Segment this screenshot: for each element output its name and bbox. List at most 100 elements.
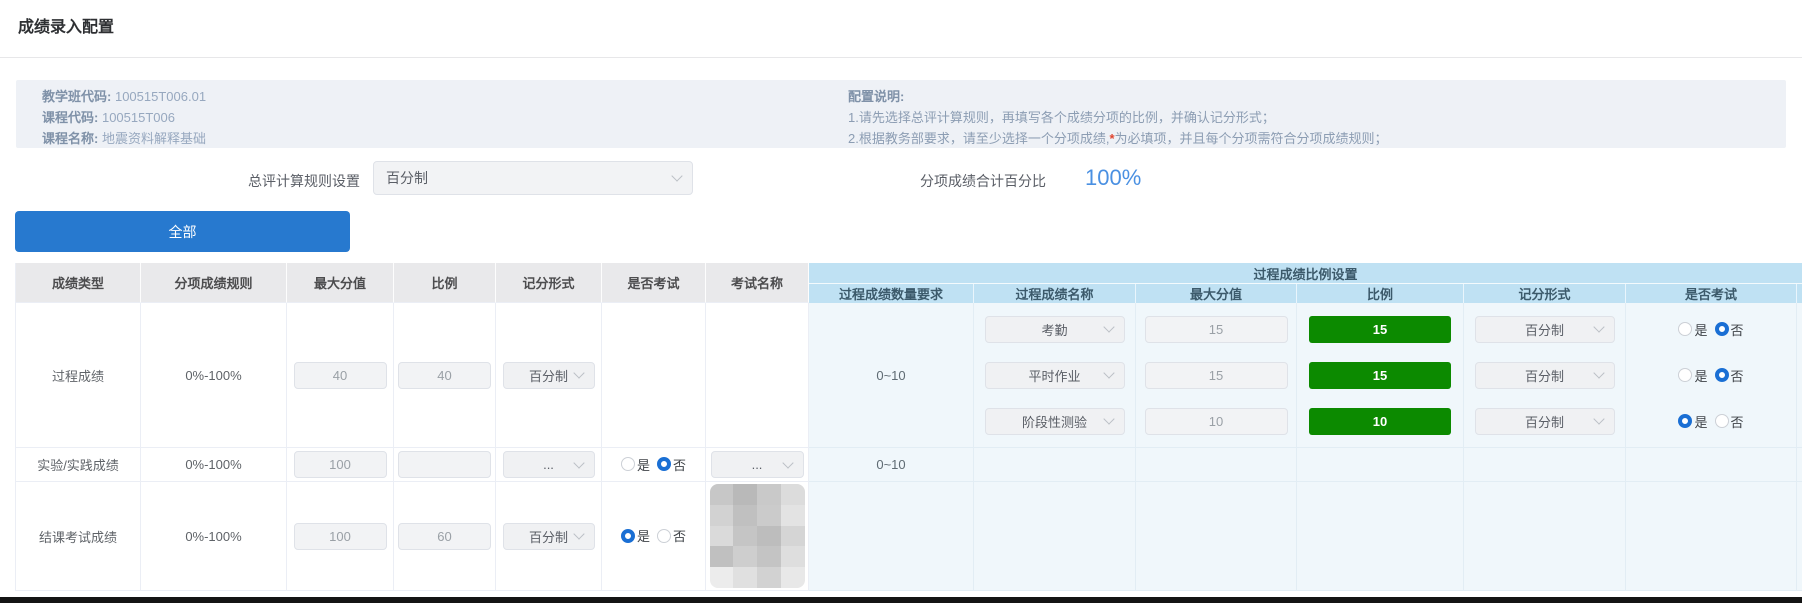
- cell-process-max-scores: [1136, 448, 1297, 482]
- process-form-value: 百分制: [1525, 366, 1564, 385]
- cell-process-forms: [1464, 482, 1626, 591]
- score-form-value: 百分制: [529, 366, 568, 385]
- process-form-value: 百分制: [1525, 320, 1564, 339]
- process-form-select[interactable]: 百分制: [1475, 362, 1615, 389]
- score-form-select[interactable]: 百分制: [503, 362, 595, 389]
- ratio-input[interactable]: 40: [398, 362, 491, 389]
- page-title: 成绩录入配置: [18, 13, 114, 37]
- ratio-input[interactable]: [398, 451, 491, 478]
- cell-cut: [1797, 482, 1802, 591]
- chevron-down-icon: [1103, 321, 1114, 332]
- score-form-select[interactable]: ...: [503, 451, 595, 478]
- total-rule-select[interactable]: 百分制: [373, 161, 693, 195]
- ratio-input[interactable]: 60: [398, 523, 491, 550]
- cell-ratio: 60: [394, 482, 496, 591]
- config-note-2-suffix: 为必填项，并且每个分项需符合分项成绩规则；: [1115, 131, 1388, 146]
- radio-yes-icon[interactable]: [1678, 368, 1692, 382]
- course-info-left: 教学班代码: 100515T006.01 课程代码: 100515T006 课程…: [42, 86, 206, 149]
- subheader-process-ratio: 比例: [1297, 284, 1464, 303]
- header-grade-type: 成绩类型: [16, 263, 141, 303]
- chevron-down-icon: [1103, 367, 1114, 378]
- cell-exam-name: [706, 303, 809, 448]
- radio-no-icon[interactable]: [1715, 414, 1729, 428]
- radio-no-icon[interactable]: [657, 457, 671, 471]
- cell-process-quantity: 0~10: [809, 303, 974, 448]
- cell-is-exam: 是否: [602, 448, 706, 482]
- process-exam-radio-group[interactable]: 是否: [1678, 320, 1743, 339]
- cell-is-exam: [602, 303, 706, 448]
- radio-yes-icon[interactable]: [1678, 322, 1692, 336]
- chevron-down-icon: [1593, 367, 1604, 378]
- course-name-line: 课程名称: 地震资料解释基础: [42, 128, 206, 149]
- all-button[interactable]: 全部: [15, 211, 350, 252]
- max-score-input[interactable]: 100: [294, 523, 387, 550]
- chevron-down-icon: [1593, 321, 1604, 332]
- cell-exam-name: ...: [706, 448, 809, 482]
- radio-yes-label: 是: [1694, 366, 1707, 385]
- chevron-down-icon: [1593, 413, 1604, 424]
- class-code-value: 100515T006.01: [115, 89, 206, 104]
- course-code-line: 课程代码: 100515T006: [42, 107, 206, 128]
- chevron-down-icon: [573, 528, 584, 539]
- cell-max-score: 100: [287, 448, 394, 482]
- process-exam-radio-group[interactable]: 是否: [1678, 412, 1743, 431]
- process-name-select[interactable]: 平时作业: [985, 362, 1125, 389]
- exam-name-select[interactable]: ...: [711, 451, 804, 478]
- process-ratio-input[interactable]: 15: [1309, 316, 1451, 343]
- radio-yes-icon[interactable]: [1678, 414, 1692, 428]
- cell-ratio: 40: [394, 303, 496, 448]
- header-score-form: 记分形式: [496, 263, 602, 303]
- config-notes-title: 配置说明:: [848, 86, 1388, 107]
- process-ratio-input[interactable]: 10: [1309, 408, 1451, 435]
- is-exam-radio-group[interactable]: 是否: [621, 455, 686, 474]
- process-exam-radio-group[interactable]: 是否: [1678, 366, 1743, 385]
- max-score-input[interactable]: 40: [294, 362, 387, 389]
- process-form-select[interactable]: 百分制: [1475, 408, 1615, 435]
- header-process-section: 过程成绩比例设置: [809, 263, 1802, 284]
- radio-yes-icon[interactable]: [621, 457, 635, 471]
- title-bar: 成绩录入配置: [0, 0, 1802, 58]
- cell-process-exams: [1626, 448, 1797, 482]
- radio-no-icon[interactable]: [1715, 368, 1729, 382]
- process-form-select[interactable]: 百分制: [1475, 316, 1615, 343]
- table-row-final-exam-grade: 结课考试成绩 0%-100% 100 60 百分制 是否: [16, 482, 1802, 591]
- cell-max-score: 100: [287, 482, 394, 591]
- process-name-select[interactable]: 阶段性测验: [985, 408, 1125, 435]
- process-max-input[interactable]: 15: [1145, 362, 1288, 389]
- process-max-input[interactable]: 15: [1145, 316, 1288, 343]
- radio-yes-icon[interactable]: [621, 529, 635, 543]
- course-code-label: 课程代码:: [42, 110, 98, 125]
- max-score-input[interactable]: 100: [294, 451, 387, 478]
- subheader-process-max: 最大分值: [1136, 284, 1297, 303]
- cell-grade-type: 过程成绩: [16, 303, 141, 448]
- radio-no-icon[interactable]: [657, 529, 671, 543]
- cell-score-form: 百分制: [496, 303, 602, 448]
- radio-no-icon[interactable]: [1715, 322, 1729, 336]
- process-name-select[interactable]: 考勤: [985, 316, 1125, 343]
- cell-process-names: [974, 448, 1136, 482]
- score-form-select[interactable]: 百分制: [503, 523, 595, 550]
- subheader-process-quantity: 过程成绩数量要求: [809, 284, 974, 303]
- config-note-2: 2.根据教务部要求，请至少选择一个分项成绩,*为必填项，并且每个分项需符合分项成…: [848, 128, 1388, 149]
- cell-process-ratios: 15 15 10: [1297, 303, 1464, 448]
- chevron-down-icon: [1103, 413, 1114, 424]
- cell-score-form: 百分制: [496, 482, 602, 591]
- process-ratio-input[interactable]: 15: [1309, 362, 1451, 389]
- grade-entry-config-page: 成绩录入配置 教学班代码: 100515T006.01 课程代码: 100515…: [0, 0, 1802, 603]
- course-name-label: 课程名称:: [42, 131, 98, 146]
- exam-name-value: ...: [752, 457, 763, 472]
- subheader-cut: [1797, 284, 1802, 303]
- cell-cut: [1797, 303, 1802, 448]
- cell-is-exam: 是否: [602, 482, 706, 591]
- chevron-down-icon: [671, 170, 682, 181]
- censored-exam-name-image: [710, 484, 805, 588]
- cell-process-quantity: 0~10: [809, 448, 974, 482]
- cell-exam-name: [706, 482, 809, 591]
- chevron-down-icon: [573, 367, 584, 378]
- cell-process-names: [974, 482, 1136, 591]
- is-exam-radio-group[interactable]: 是否: [621, 526, 686, 545]
- chevron-down-icon: [573, 457, 584, 468]
- process-max-input[interactable]: 10: [1145, 408, 1288, 435]
- sum-percentage-value: 100%: [1085, 165, 1141, 191]
- cell-item-rule: 0%-100%: [141, 448, 287, 482]
